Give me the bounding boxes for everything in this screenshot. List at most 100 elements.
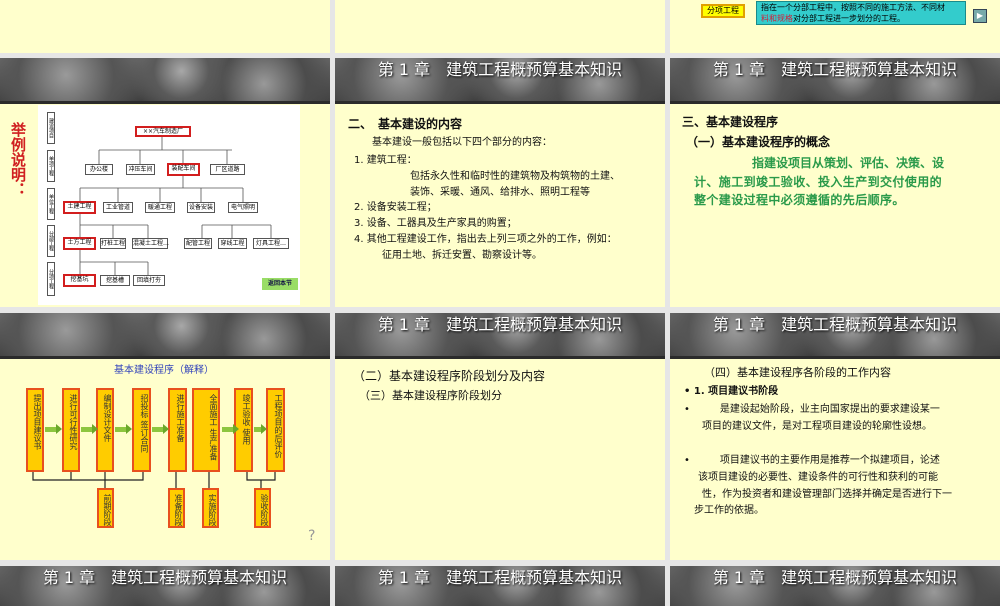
slide-title: 第 1 章 建筑工程概预算基本知识 [377,60,623,79]
project-hierarchy-diagram: 建设项目 单项工程 单位工程 分部工程 分项工程 ××汽车制造厂 办公楼 冲压车… [38,105,300,305]
arrow-icon [115,424,132,434]
bullet-item: 性，作为投资者和建设管理部门选择并确定是否进行下一 [702,489,952,500]
slide-thumbnail-4[interactable]: 举例说明： 建设项目 单项工程 单位工程 分部工程 分项工程 ××汽车制造厂 办… [0,58,330,307]
slide-thumbnail-8[interactable]: 第 1 章 建筑工程概预算基本知识 （二）基本建设程序阶段划分及内容 （三）基本… [335,313,665,560]
arrow-icon [81,424,98,434]
tree-node: 土建工程 [63,201,96,214]
slide-header-banner: 第 1 章 建筑工程概预算基本知识 [335,58,665,104]
content-item: 3. 设备、工器具及生产家具的购置； [354,218,517,229]
tree-node: 设备安装 [187,202,215,213]
slide-title: 第 1 章 建筑工程概预算基本知识 [712,568,958,587]
arrow-icon [222,424,239,434]
sub-heading: （一）基本建设程序的概念 [686,135,831,149]
slide-thumbnail-9[interactable]: 第 1 章 建筑工程概预算基本知识 （四）基本建设程序各阶段的工作内容 • 1.… [670,313,1000,560]
slide-thumbnail-1[interactable] [0,0,330,53]
bullet-item: 步工作的依据。 [694,505,764,516]
tree-node: 暖通工程 [145,202,175,213]
sub-item-label: 分项工程 [701,4,745,18]
slide-title: 第 1 章 建筑工程概预算基本知识 [42,568,288,587]
slide-thumbnail-6[interactable]: 第 1 章 建筑工程概预算基本知识 三、基本建设程序 （一）基本建设程序的概念 … [670,58,1000,307]
concept-text: 计、施工到竣工验收、投入生产到交付使用的 [694,175,943,189]
slide-thumbnail-3[interactable]: 分项工程 指在一个分部工程中，按照不同的施工方法、不同材 料和规格对分部工程进一… [670,0,1000,53]
section-heading: （四）基本建设程序各阶段的工作内容 [704,366,891,379]
arrow-icon [152,424,169,434]
concept-text: 指建设项目从策划、评估、决策、设 [752,156,945,170]
process-step: 编制设计文件 [96,388,114,472]
bullet-item: • 项目建议书的主要作用是推荐一个拟建项目，论述 [684,455,940,466]
level-label: 单位工程 [47,188,55,220]
tree-node: 挖基槽 [100,275,130,286]
level-label: 分项工程 [47,262,55,296]
process-step: 招投标 签订合同 [132,388,151,472]
process-step: 进行可行性研究 [62,388,80,472]
arrow-icon [254,424,267,434]
callout-highlight: 料和规格 [761,13,793,23]
tree-node: 土方工程 [63,237,96,250]
tree-node: ××汽车制造厂 [135,126,191,137]
slide-header-banner [0,58,330,104]
slide-title: 第 1 章 建筑工程概预算基本知识 [712,315,958,334]
play-next-icon[interactable]: ▶ [973,9,987,23]
callout-text: 指在一个分部工程中，按照不同的施工方法、不同材 [761,3,945,12]
slide-header-banner: 第 1 章 建筑工程概预算基本知识 [670,566,1000,606]
slide-header-banner: 第 1 章 建筑工程概预算基本知识 [335,566,665,606]
content-item: 包括永久性和临时性的建筑物及构筑物的土建、 [410,171,620,182]
slide-thumbnail-10[interactable]: 第 1 章 建筑工程概预算基本知识 [0,566,330,606]
intro-text: 基本建设一般包括以下四个部分的内容： [372,137,552,148]
tree-node: 办公楼 [85,164,113,175]
slide-thumbnail-12[interactable]: 第 1 章 建筑工程概预算基本知识 [670,566,1000,606]
slide-title: 第 1 章 建筑工程概预算基本知识 [712,60,958,79]
help-icon[interactable]: ? [308,528,315,544]
process-step: 全面施工 生产准备 [192,388,220,472]
content-item: 2. 设备安装工程； [354,202,437,213]
slide-thumbnail-5[interactable]: 第 1 章 建筑工程概预算基本知识 二、 基本建设的内容 基本建设一般包括以下四… [335,58,665,307]
side-title: 举例说明： [9,122,27,197]
concept-text: 整个建设过程中必须遵循的先后顺序。 [694,193,905,207]
tree-node: 灯具工程… [253,238,289,249]
slide-header-banner: 第 1 章 建筑工程概预算基本知识 [670,58,1000,104]
process-step: 进行施工准备 [168,388,187,472]
slide-thumbnail-11[interactable]: 第 1 章 建筑工程概预算基本知识 [335,566,665,606]
tree-node: 回填打夯 [133,275,165,286]
level-label: 分部工程 [47,225,55,257]
phase-box: 准备阶段 [168,488,185,528]
back-to-section-button[interactable]: 返回本节 [262,278,298,290]
level-label: 单项工程 [47,150,55,182]
content-item: 4. 其他工程建设工作，指出去上列三项之外的工作，例如： [354,234,617,245]
arrow-icon [45,424,62,434]
process-step: 提出项目建议书 [26,388,44,472]
slide-header-banner: 第 1 章 建筑工程概预算基本知识 [0,566,330,606]
level-label: 建设项目 [47,112,55,144]
outline-item: （二）基本建设程序阶段划分及内容 [353,369,546,383]
content-item: 征用土地、拆迁安置、勘察设计等。 [382,250,542,261]
tree-node: 工业管道 [103,202,133,213]
tree-node: 电气照明 [228,202,258,213]
tree-node: 装配车间 [167,163,200,176]
tree-node: 穿线工程 [218,238,247,249]
section-heading: 二、 基本建设的内容 [348,117,463,131]
definition-callout: 指在一个分部工程中，按照不同的施工方法、不同材 料和规格对分部工程进一步划分的工… [756,1,966,25]
tree-node: 挖基坑 [63,274,96,287]
phase-box: 前期阶段 [97,488,114,528]
tree-node: 混凝土工程… [132,238,170,249]
slide-title: 第 1 章 建筑工程概预算基本知识 [377,315,623,334]
slide-thumbnail-2[interactable] [335,0,665,53]
bullet-item: • 是建设起始阶段，业主向国家提出的要求建设某一 [684,404,940,415]
bullet-item: 项目的建议文件，是对工程项目建设的轮廓性设想。 [702,421,932,432]
content-item: 装饰、采暖、通风、给排水、照明工程等 [410,187,590,198]
tree-node: 厂区道路 [210,164,245,175]
content-item: 1. 建筑工程： [354,155,417,166]
slide-header-banner: 第 1 章 建筑工程概预算基本知识 [335,313,665,359]
slide-title: 第 1 章 建筑工程概预算基本知识 [377,568,623,587]
slide-header-banner: 第 1 章 建筑工程概预算基本知识 [670,313,1000,359]
phase-box: 实施阶段 [202,488,219,528]
callout-text: 对分部工程进一步划分的工程。 [793,13,905,23]
process-step: 工程项目的后评价 [266,388,285,472]
bullet-item: 该项目建设的必要性、建设条件的可行性和获利的可能 [698,472,938,483]
tree-node: 冲压车间 [126,164,155,175]
tree-node: 配管工程 [184,238,212,249]
slide-thumbnail-7[interactable]: 基本建设程序（解释） 提出项目建议书 进行可行性研究 编制设计文件 招投标 签订… [0,313,330,560]
tree-node: 打桩工程 [100,238,126,249]
outline-item: （三）基本建设程序阶段划分 [359,389,502,402]
bullet-item: • 1. 项目建议书阶段 [684,386,779,397]
